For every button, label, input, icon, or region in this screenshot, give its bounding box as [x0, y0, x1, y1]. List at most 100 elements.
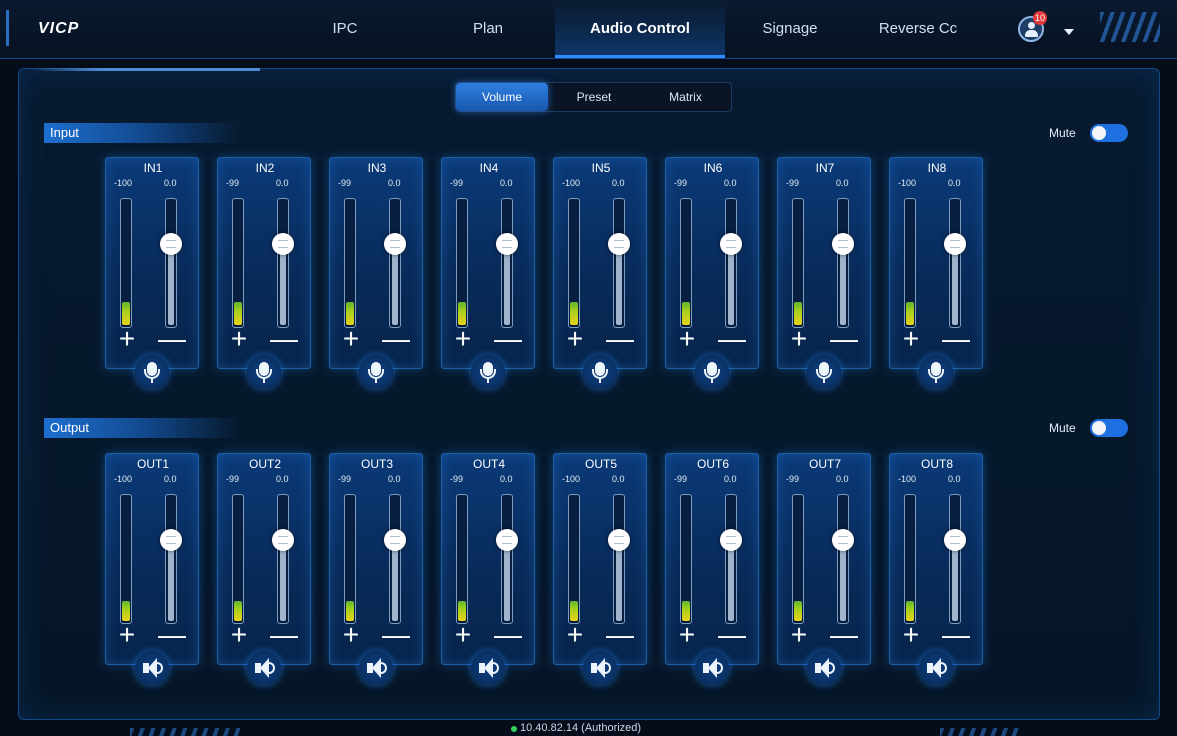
gain-fader-handle[interactable]: [720, 529, 742, 551]
speaker-icon[interactable]: [583, 651, 617, 685]
volume-up-button[interactable]: +: [674, 621, 700, 649]
volume-up-button[interactable]: +: [786, 621, 812, 649]
gain-fader-handle[interactable]: [608, 233, 630, 255]
microphone-icon[interactable]: [247, 355, 281, 389]
microphone-icon[interactable]: [583, 355, 617, 389]
volume-up-button[interactable]: +: [338, 621, 364, 649]
gain-fader-track[interactable]: [501, 198, 513, 328]
speaker-icon[interactable]: [695, 651, 729, 685]
speaker-icon[interactable]: [135, 651, 169, 685]
volume-down-button[interactable]: —: [606, 325, 634, 353]
volume-down-button[interactable]: —: [942, 621, 970, 649]
volume-down-button[interactable]: —: [718, 621, 746, 649]
speaker-icon[interactable]: [359, 651, 393, 685]
speaker-cone: [820, 658, 829, 678]
segment-volume[interactable]: Volume: [456, 83, 548, 111]
volume-down-button[interactable]: —: [830, 621, 858, 649]
volume-down-button[interactable]: —: [718, 325, 746, 353]
speaker-icon[interactable]: [471, 651, 505, 685]
speaker-cone: [484, 658, 493, 678]
volume-down-button[interactable]: —: [606, 621, 634, 649]
volume-up-button[interactable]: +: [562, 325, 588, 353]
volume-up-button[interactable]: +: [562, 621, 588, 649]
gain-fader-track[interactable]: [389, 198, 401, 328]
segment-preset[interactable]: Preset: [548, 83, 640, 111]
volume-up-button[interactable]: +: [898, 325, 924, 353]
gain-fader-handle[interactable]: [496, 529, 518, 551]
volume-down-button[interactable]: —: [942, 325, 970, 353]
output-mute-toggle[interactable]: [1090, 419, 1128, 437]
channel-name: OUT1: [136, 457, 169, 471]
volume-down-button[interactable]: —: [382, 325, 410, 353]
speaker-cone: [148, 658, 157, 678]
microphone-icon[interactable]: [919, 355, 953, 389]
volume-up-button[interactable]: +: [114, 325, 140, 353]
microphone-icon[interactable]: [359, 355, 393, 389]
gain-fader-track[interactable]: [165, 198, 177, 328]
gain-fader-track[interactable]: [949, 198, 961, 328]
volume-up-button[interactable]: +: [898, 621, 924, 649]
gain-fader-track[interactable]: [501, 494, 513, 624]
notification-badge[interactable]: 10: [1033, 11, 1047, 25]
tab-reverse-control[interactable]: Reverse Cc: [868, 0, 968, 58]
volume-down-button[interactable]: —: [382, 621, 410, 649]
volume-up-button[interactable]: +: [674, 325, 700, 353]
gain-fader-handle[interactable]: [384, 529, 406, 551]
gain-fader-handle[interactable]: [384, 233, 406, 255]
volume-down-button[interactable]: —: [158, 621, 186, 649]
volume-up-button[interactable]: +: [450, 325, 476, 353]
segment-matrix[interactable]: Matrix: [640, 83, 731, 111]
gain-fader-track[interactable]: [725, 198, 737, 328]
volume-up-button[interactable]: +: [338, 325, 364, 353]
gain-fader-handle[interactable]: [608, 529, 630, 551]
gain-fader-track[interactable]: [949, 494, 961, 624]
gain-fader-handle[interactable]: [272, 233, 294, 255]
volume-down-button[interactable]: —: [270, 325, 298, 353]
microphone-icon[interactable]: [471, 355, 505, 389]
gain-fader-track[interactable]: [837, 494, 849, 624]
speaker-wave: [157, 662, 163, 674]
gain-fader-track[interactable]: [389, 494, 401, 624]
tab-plan[interactable]: Plan: [443, 0, 533, 58]
gain-fader-track[interactable]: [277, 494, 289, 624]
gain-fader-track[interactable]: [613, 198, 625, 328]
gain-fader-handle[interactable]: [832, 233, 854, 255]
speaker-icon[interactable]: [247, 651, 281, 685]
microphone-icon[interactable]: [695, 355, 729, 389]
speaker-icon[interactable]: [919, 651, 953, 685]
volume-down-button[interactable]: —: [158, 325, 186, 353]
volume-down-button[interactable]: —: [494, 325, 522, 353]
volume-down-button[interactable]: —: [830, 325, 858, 353]
gain-fader-track[interactable]: [613, 494, 625, 624]
channel-level-readout: -99: [786, 474, 800, 484]
tab-ipc[interactable]: IPC: [300, 0, 390, 58]
volume-up-button[interactable]: +: [226, 325, 252, 353]
gain-fader-track[interactable]: [725, 494, 737, 624]
speaker-icon[interactable]: [807, 651, 841, 685]
tab-signage[interactable]: Signage: [745, 0, 835, 58]
speaker-wave: [717, 662, 723, 674]
volume-up-button[interactable]: +: [114, 621, 140, 649]
volume-up-button[interactable]: +: [450, 621, 476, 649]
gain-fader-handle[interactable]: [944, 529, 966, 551]
microphone-icon[interactable]: [807, 355, 841, 389]
gain-fader-track[interactable]: [277, 198, 289, 328]
gain-fader-track[interactable]: [165, 494, 177, 624]
gain-fader-handle[interactable]: [496, 233, 518, 255]
gain-fader-handle[interactable]: [720, 233, 742, 255]
gain-fader-handle[interactable]: [160, 529, 182, 551]
volume-up-button[interactable]: +: [226, 621, 252, 649]
volume-up-button[interactable]: +: [786, 325, 812, 353]
gain-fader-handle[interactable]: [160, 233, 182, 255]
gain-fader-track[interactable]: [837, 198, 849, 328]
gain-fader-handle[interactable]: [272, 529, 294, 551]
tab-audio-control[interactable]: Audio Control: [555, 0, 725, 58]
microphone-icon[interactable]: [135, 355, 169, 389]
volume-down-button[interactable]: —: [494, 621, 522, 649]
app-logo: VICP: [38, 20, 80, 37]
gain-fader-handle[interactable]: [944, 233, 966, 255]
chevron-down-icon[interactable]: [1064, 29, 1074, 35]
volume-down-button[interactable]: —: [270, 621, 298, 649]
gain-fader-handle[interactable]: [832, 529, 854, 551]
input-mute-toggle[interactable]: [1090, 124, 1128, 142]
